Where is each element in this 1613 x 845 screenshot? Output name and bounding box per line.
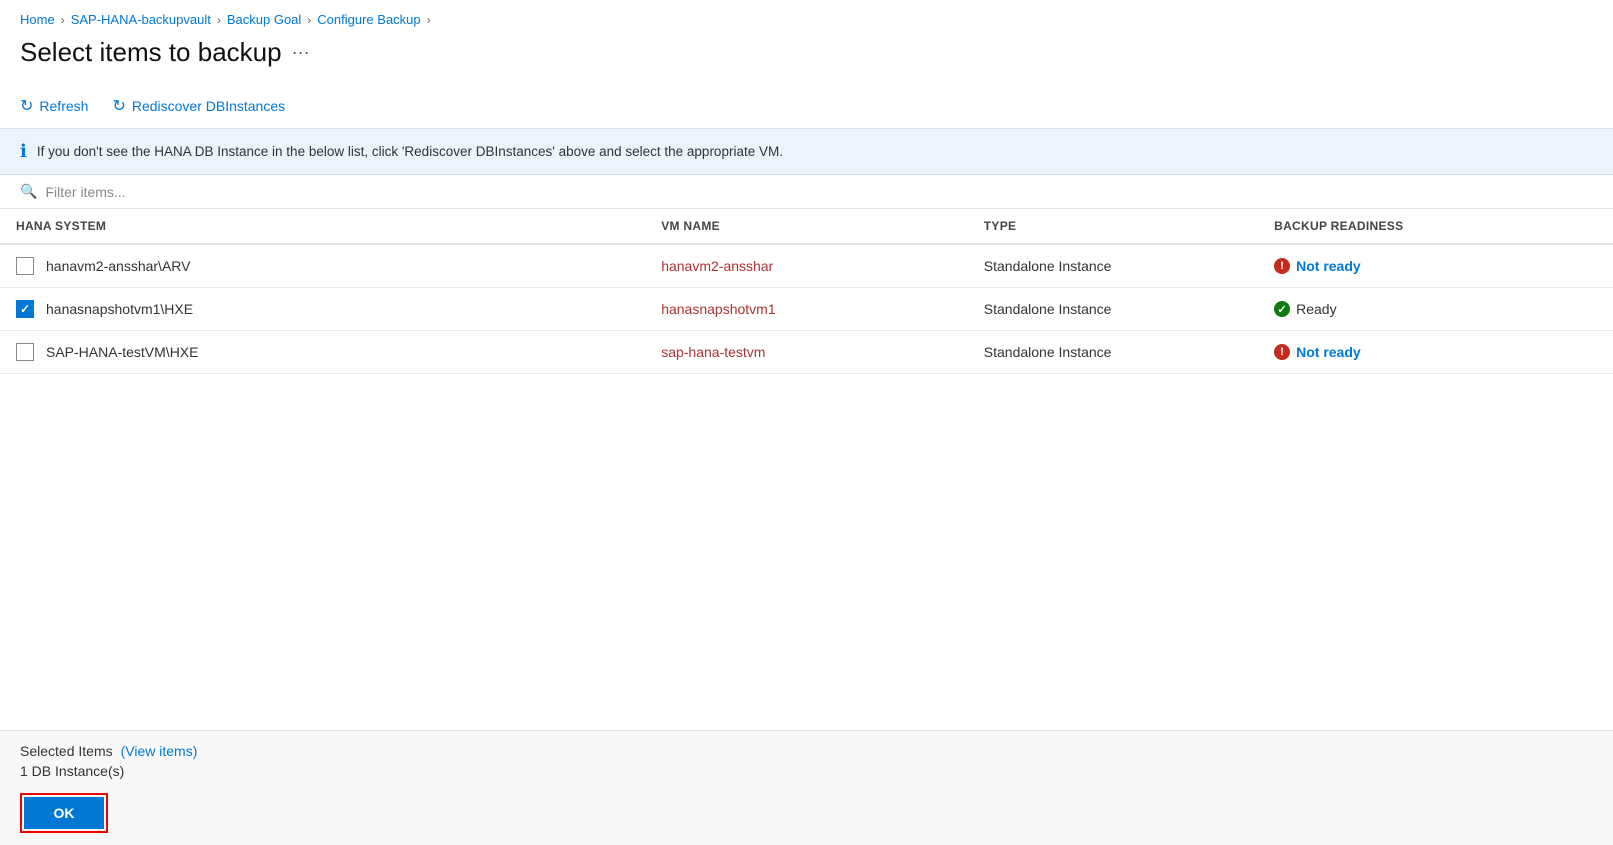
footer-count: 1 DB Instance(s): [20, 763, 1593, 779]
breadcrumb: Home › SAP-HANA-backupvault › Backup Goa…: [0, 0, 1613, 33]
col-header-vm-name: VM Name: [645, 209, 968, 244]
info-icon: ℹ: [20, 141, 27, 162]
rediscover-button[interactable]: ↻ Rediscover DBInstances: [112, 92, 285, 120]
readiness-1: ✓ Ready: [1258, 288, 1613, 331]
table-container: HANA System VM Name TYPE BACKUP READINES…: [0, 209, 1613, 730]
col-header-hana-system: HANA System: [0, 209, 645, 244]
breadcrumb-sep-4: ›: [427, 13, 431, 27]
refresh-button[interactable]: ↻ Refresh: [20, 92, 88, 120]
table-header-row: HANA System VM Name TYPE BACKUP READINES…: [0, 209, 1613, 244]
vm-name-0: hanavm2-ansshar: [645, 244, 968, 288]
refresh-icon: ↻: [20, 96, 33, 116]
vm-name-1: hanasnapshotvm1: [645, 288, 968, 331]
status-icon-1: ✓: [1274, 301, 1290, 317]
readiness-0: ! Not ready: [1258, 244, 1613, 288]
hana-system-name-2: SAP-HANA-testVM\HXE: [46, 344, 198, 360]
table-body: hanavm2-ansshar\ARV hanavm2-anssharStanda…: [0, 244, 1613, 374]
readiness-text-0: Not ready: [1296, 258, 1361, 274]
type-2: Standalone Instance: [968, 331, 1258, 374]
footer-selected-row: Selected Items (View items): [20, 743, 1593, 759]
view-items-link[interactable]: (View items): [121, 743, 198, 759]
search-icon: 🔍: [20, 183, 37, 200]
breadcrumb-sep-3: ›: [307, 13, 311, 27]
status-icon-2: !: [1274, 344, 1290, 360]
breadcrumb-goal[interactable]: Backup Goal: [227, 12, 301, 27]
readiness-2: ! Not ready: [1258, 331, 1613, 374]
col-header-type: TYPE: [968, 209, 1258, 244]
status-icon-0: !: [1274, 258, 1290, 274]
type-1: Standalone Instance: [968, 288, 1258, 331]
breadcrumb-home[interactable]: Home: [20, 12, 55, 27]
hana-system-name-0: hanavm2-ansshar\ARV: [46, 258, 190, 274]
breadcrumb-sep-2: ›: [217, 13, 221, 27]
filter-input[interactable]: [45, 184, 1593, 200]
ok-button[interactable]: OK: [24, 797, 104, 829]
selected-items-label: Selected Items: [20, 743, 113, 759]
breadcrumb-configure[interactable]: Configure Backup: [317, 12, 420, 27]
rediscover-icon: ↻: [112, 96, 125, 116]
ok-button-wrapper: OK: [20, 793, 108, 833]
vm-name-2: sap-hana-testvm: [645, 331, 968, 374]
info-message: If you don't see the HANA DB Instance in…: [37, 144, 783, 159]
filter-input-wrapper: 🔍: [20, 183, 1593, 200]
toolbar: ↻ Refresh ↻ Rediscover DBInstances: [0, 84, 1613, 129]
table-row: hanasnapshotvm1\HXE hanasnapshotvm1Standa…: [0, 288, 1613, 331]
page-container: Home › SAP-HANA-backupvault › Backup Goa…: [0, 0, 1613, 845]
row-checkbox-0[interactable]: [16, 257, 34, 275]
refresh-label: Refresh: [39, 98, 88, 114]
info-banner: ℹ If you don't see the HANA DB Instance …: [0, 129, 1613, 175]
readiness-text-1: Ready: [1296, 301, 1336, 317]
readiness-text-2: Not ready: [1296, 344, 1361, 360]
row-checkbox-1[interactable]: [16, 300, 34, 318]
filter-row: 🔍: [0, 175, 1613, 209]
items-table: HANA System VM Name TYPE BACKUP READINES…: [0, 209, 1613, 374]
row-checkbox-2[interactable]: [16, 343, 34, 361]
table-row: SAP-HANA-testVM\HXE sap-hana-testvmStanda…: [0, 331, 1613, 374]
rediscover-label: Rediscover DBInstances: [132, 98, 285, 114]
page-title: Select items to backup: [20, 37, 282, 68]
breadcrumb-vault[interactable]: SAP-HANA-backupvault: [71, 12, 211, 27]
page-title-row: Select items to backup ···: [0, 33, 1613, 84]
table-row: hanavm2-ansshar\ARV hanavm2-anssharStanda…: [0, 244, 1613, 288]
title-menu-button[interactable]: ···: [292, 42, 310, 63]
footer: Selected Items (View items) 1 DB Instanc…: [0, 730, 1613, 845]
breadcrumb-sep-1: ›: [61, 13, 65, 27]
type-0: Standalone Instance: [968, 244, 1258, 288]
col-header-backup-readiness: BACKUP READINESS: [1258, 209, 1613, 244]
hana-system-name-1: hanasnapshotvm1\HXE: [46, 301, 193, 317]
